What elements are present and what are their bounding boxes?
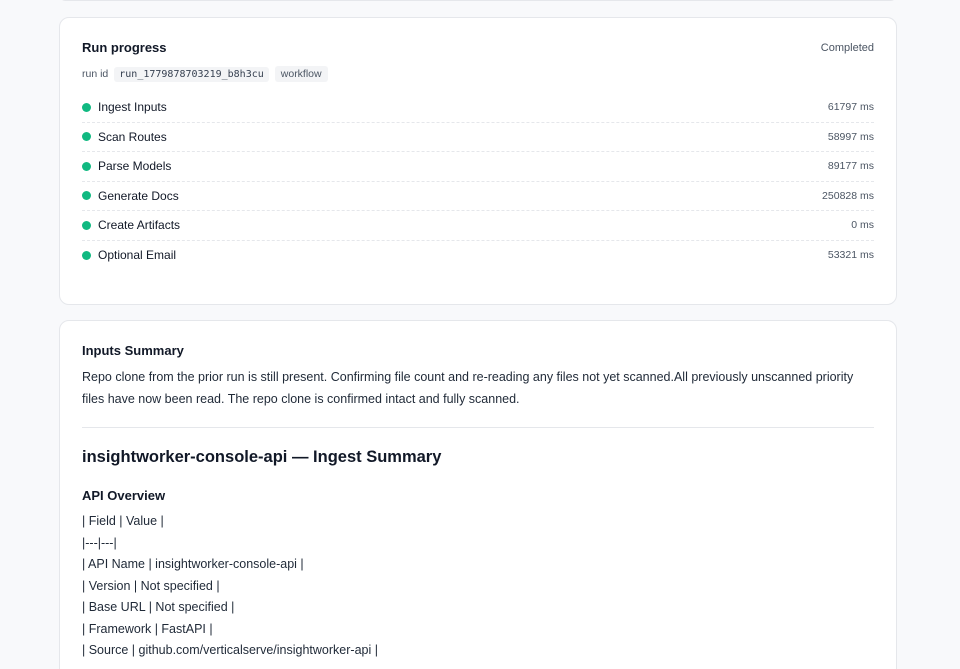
step-name: Optional Email [98,248,177,263]
previous-card [59,0,897,1]
table-line: | Framework | FastAPI | [82,621,213,636]
progress-header: Run progress Completed [82,40,874,55]
step-row: Parse Models 89177 ms [82,152,874,182]
status-badge: Completed [820,41,874,54]
step-name: Generate Docs [98,188,179,203]
run-progress-card: Run progress Completed run id run_177987… [59,17,897,305]
step-duration: 61797 ms [827,101,874,114]
step-name: Ingest Inputs [98,100,167,115]
table-line: | API Name | insightworker-console-api | [82,557,304,571]
status-dot-icon [82,220,91,230]
step-name: Create Artifacts [98,218,181,233]
step-name: Scan Routes [98,129,167,144]
step-duration: 89177 ms [827,160,874,173]
run-meta: run id run_1779878703219_b8h3cu workflow [82,66,328,82]
inputs-title: Inputs Summary [82,343,184,358]
table-line: | Version | Not specified | [82,578,220,593]
run-id-value: run_1779878703219_b8h3cu [114,66,269,82]
divider [82,427,874,428]
step-duration: 58997 ms [827,130,874,143]
step-row: Generate Docs 250828 ms [82,182,874,211]
step-row: Ingest Inputs 61797 ms [82,93,874,123]
status-dot-icon [82,161,91,171]
step-row: Create Artifacts 0 ms [82,211,874,241]
run-id-label: run id [82,68,109,80]
api-overview-heading: API Overview [82,488,166,503]
api-overview-table: | Field | Value | |---|---| | API Name |… [82,511,378,662]
inputs-summary-card: Inputs Summary Repo clone from the prior… [59,320,897,669]
inputs-description: Repo clone from the prior run is still p… [82,370,854,406]
run-kind-chip: workflow [274,66,328,82]
status-dot-icon [82,250,91,260]
status-dot-icon [82,102,91,112]
step-duration: 0 ms [851,219,874,232]
status-dot-icon [82,132,91,142]
status-dot-icon [82,191,91,201]
table-line: | Base URL | Not specified | [82,600,235,614]
step-list: Ingest Inputs 61797 ms Scan Routes 58997… [82,93,874,270]
table-line: | Field | Value | [82,514,164,528]
table-line: |---|---| [82,535,117,550]
step-name: Parse Models [98,159,172,174]
progress-title: Run progress [82,40,167,55]
step-duration: 53321 ms [827,249,874,262]
ingest-summary-title: insightworker-console-api — Ingest Summa… [82,448,442,466]
step-row: Optional Email 53321 ms [82,241,874,271]
table-line: | Source | github.com/verticalserve/insi… [82,643,378,657]
step-row: Scan Routes 58997 ms [82,123,874,152]
step-duration: 250828 ms [822,189,874,202]
